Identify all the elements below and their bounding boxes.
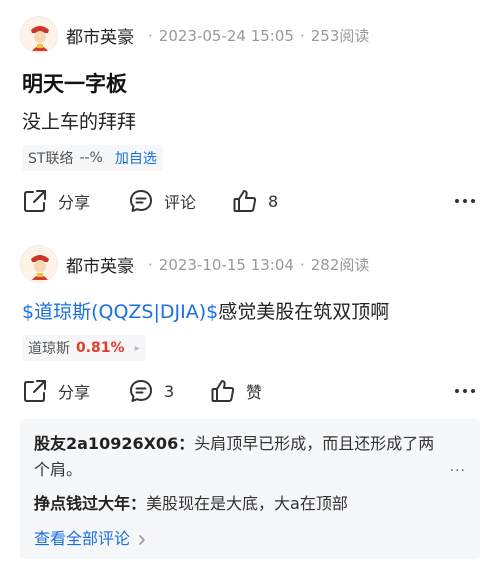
stock-tag-link[interactable]: $道琼斯(QQZS|DJIA)$	[22, 301, 218, 323]
chevron-right-icon: ▸	[134, 342, 140, 354]
read-count: 253阅读	[310, 26, 370, 45]
comment-item[interactable]: 挣点钱过大年：美股现在是大底，大a在顶部	[34, 491, 348, 517]
more-icon[interactable]	[455, 192, 475, 210]
action-bar: 分享 3 赞	[22, 376, 480, 406]
like-icon	[233, 190, 257, 212]
comment-count: 3	[164, 381, 175, 401]
comment-more-icon[interactable]: ...	[450, 459, 466, 475]
post-meta: · 2023-10-15 13:04 · 282阅读	[148, 255, 370, 274]
action-bar: 分享 评论 8	[22, 186, 480, 216]
comment-icon	[130, 380, 152, 402]
stock-chip[interactable]: 道琼斯 0.81% ▸	[22, 335, 146, 361]
like-count: 8	[268, 191, 279, 211]
post-card-1[interactable]: 都市英豪 · 2023-05-24 15:05 · 253阅读 明天一字板 没上车的拜…	[0, 0, 500, 229]
stock-change: 0.81%	[76, 340, 125, 356]
comment-user[interactable]: 股友2a10926X06：	[34, 434, 194, 453]
share-label: 分享	[58, 383, 91, 402]
comment-text: 美股现在是大底，大a在顶部	[146, 494, 348, 513]
like-button[interactable]: 8	[232, 186, 278, 216]
stock-change: --%	[79, 150, 103, 166]
post-date: 2023-05-24 15:05	[158, 26, 294, 45]
author-name[interactable]: 都市英豪	[66, 23, 134, 48]
view-all-comments-link[interactable]: 查看全部评论	[34, 525, 147, 549]
comment-icon	[130, 190, 152, 212]
post-body[interactable]: 没上车的拜拜	[22, 107, 136, 134]
post-body[interactable]: $道琼斯(QQZS|DJIA)$感觉美股在筑双顶啊	[22, 297, 389, 324]
like-label: 赞	[246, 383, 263, 402]
comment-user[interactable]: 挣点钱过大年：	[34, 494, 146, 513]
chevron-right-icon	[139, 534, 145, 545]
comments-preview[interactable]: 股友2a10926X06：头肩顶早已形成，而且还形成了两个肩。 ... 挣点钱过…	[20, 419, 480, 559]
comment-button[interactable]: 3	[128, 376, 174, 406]
avatar-icon[interactable]	[20, 245, 58, 283]
share-icon	[24, 380, 46, 402]
read-count: 282阅读	[310, 255, 370, 274]
post-header: 都市英豪 · 2023-05-24 15:05 · 253阅读	[20, 16, 369, 54]
author-name[interactable]: 都市英豪	[66, 252, 134, 277]
view-all-label: 查看全部评论	[34, 529, 131, 548]
comment-button[interactable]: 评论	[128, 186, 196, 216]
post-date: 2023-10-15 13:04	[158, 255, 294, 274]
stock-name: ST联络	[28, 151, 74, 167]
post-header: 都市英豪 · 2023-10-15 13:04 · 282阅读	[20, 245, 369, 283]
share-button[interactable]: 分享	[22, 186, 90, 216]
stock-name: 道琼斯	[28, 341, 70, 357]
add-watchlist-button[interactable]: 加自选	[115, 148, 157, 168]
comment-label: 评论	[164, 193, 197, 212]
share-button[interactable]: 分享	[22, 376, 90, 406]
like-icon	[211, 380, 235, 402]
post-title[interactable]: 明天一字板	[22, 68, 127, 98]
comment-item[interactable]: 股友2a10926X06：头肩顶早已形成，而且还形成了两个肩。	[34, 431, 444, 483]
share-label: 分享	[58, 193, 91, 212]
like-button[interactable]: 赞	[210, 376, 262, 406]
stock-chip[interactable]: ST联络 --% 加自选	[22, 145, 163, 171]
share-icon	[24, 190, 46, 212]
post-meta: · 2023-05-24 15:05 · 253阅读	[148, 26, 370, 45]
more-icon[interactable]	[455, 382, 475, 400]
avatar-icon[interactable]	[20, 16, 58, 54]
post-body-text: 感觉美股在筑双顶啊	[218, 301, 390, 323]
